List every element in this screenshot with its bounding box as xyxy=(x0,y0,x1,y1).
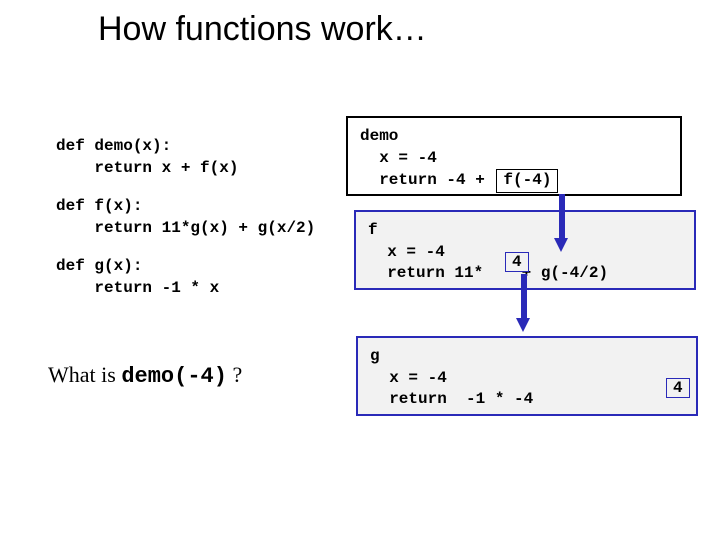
frame-demo-line2: return -4 + f(-4) xyxy=(360,169,668,193)
stack-frame-demo: demo x = -4 return -4 + f(-4) xyxy=(346,116,682,196)
stack-frame-g: g x = -4 return -1 * -4 xyxy=(356,336,698,416)
frame-g-line1: x = -4 xyxy=(370,368,684,390)
frame-f-line2-pre: return 11* xyxy=(368,264,483,282)
boxed-result-bottom: 4 xyxy=(666,378,690,398)
arrow-demo-to-f xyxy=(554,194,568,256)
question-suffix: ? xyxy=(227,362,242,387)
frame-name-demo: demo xyxy=(360,126,668,148)
frame-name-f: f xyxy=(368,220,682,242)
arrow-down-icon xyxy=(516,318,530,332)
code-def-f: def f(x): return 11*g(x) + g(x/2) xyxy=(56,196,315,239)
frame-demo-line2-pre: return -4 + xyxy=(360,171,494,189)
frame-g-line2: return -1 * -4 xyxy=(370,389,684,411)
frame-demo-line1: x = -4 xyxy=(360,148,668,170)
code-def-demo: def demo(x): return x + f(x) xyxy=(56,136,238,179)
code-def-g: def g(x): return -1 * x xyxy=(56,256,219,299)
page-title: How functions work… xyxy=(98,10,427,49)
boxed-call-f: f(-4) xyxy=(496,169,558,193)
question-text: What is demo(-4) ? xyxy=(48,362,242,389)
frame-name-g: g xyxy=(370,346,684,368)
arrow-shaft xyxy=(521,274,527,322)
question-prefix: What is xyxy=(48,362,121,387)
arrow-down-icon xyxy=(554,238,568,252)
boxed-result-g-of-minus4: 4 xyxy=(505,252,529,272)
arrow-f-to-g xyxy=(516,274,530,336)
arrow-shaft xyxy=(559,194,565,242)
question-call: demo(-4) xyxy=(121,364,227,389)
